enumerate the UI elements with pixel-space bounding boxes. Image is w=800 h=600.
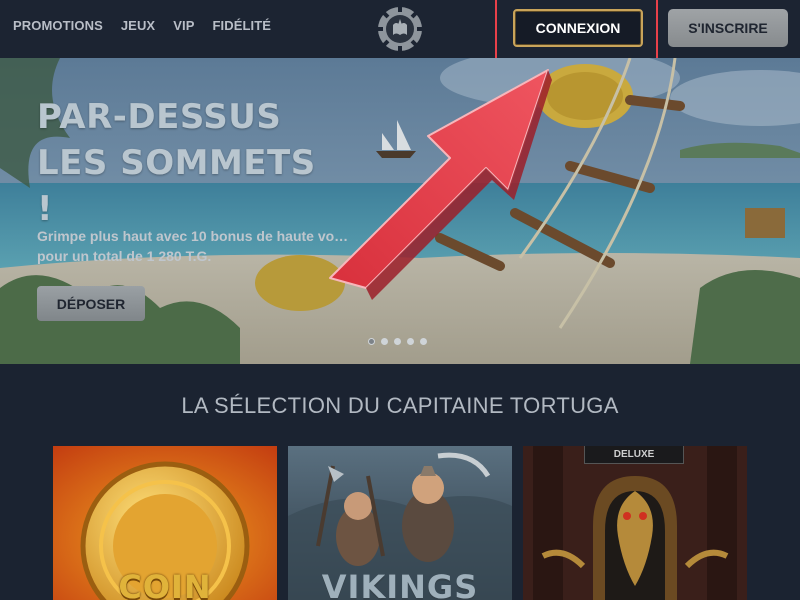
nav-promotions[interactable]: PROMOTIONS bbox=[13, 18, 103, 33]
nav-fidelite[interactable]: FIDÉLITÉ bbox=[212, 18, 271, 33]
section-title: LA SÉLECTION DU CAPITAINE TORTUGA bbox=[181, 393, 619, 418]
carousel-dots bbox=[368, 338, 427, 345]
carousel-dot[interactable] bbox=[407, 338, 414, 345]
game-card-deluxe[interactable]: DELUXE bbox=[523, 446, 747, 600]
hero-title: PAR-DESSUS LES SOMMETS ! bbox=[37, 97, 316, 229]
game-name-vikings: VIKINGS bbox=[321, 568, 479, 600]
login-highlight-frame bbox=[495, 0, 658, 64]
main-nav: PROMOTIONS JEUX VIP FIDÉLITÉ bbox=[13, 18, 271, 33]
game-card-vikings[interactable]: VIKINGS bbox=[288, 446, 512, 600]
hero-subtitle: Grimpe plus haut avec 10 bonus de haute … bbox=[37, 228, 349, 264]
nav-vip[interactable]: VIP bbox=[173, 18, 194, 33]
signup-button[interactable]: S'INSCRIRE bbox=[668, 9, 788, 47]
nav-jeux[interactable]: JEUX bbox=[121, 18, 155, 33]
deluxe-badge: DELUXE bbox=[584, 446, 684, 464]
carousel-dot[interactable] bbox=[381, 338, 388, 345]
carousel-dot[interactable] bbox=[420, 338, 427, 345]
site-header: PROMOTIONS JEUX VIP FIDÉLITÉ CONNEXION S… bbox=[0, 0, 800, 58]
game-card-coin[interactable]: COIN bbox=[53, 446, 277, 600]
logo-emblem-icon[interactable] bbox=[376, 5, 424, 53]
hero-banner[interactable]: PAR-DESSUS LES SOMMETS ! Grimpe plus hau… bbox=[0, 58, 800, 364]
game-name-coin: COIN bbox=[118, 568, 212, 600]
carousel-dot[interactable] bbox=[394, 338, 401, 345]
carousel-dot[interactable] bbox=[368, 338, 375, 345]
game-art-cobra bbox=[523, 446, 747, 600]
deposit-button[interactable]: DÉPOSER bbox=[37, 286, 145, 321]
